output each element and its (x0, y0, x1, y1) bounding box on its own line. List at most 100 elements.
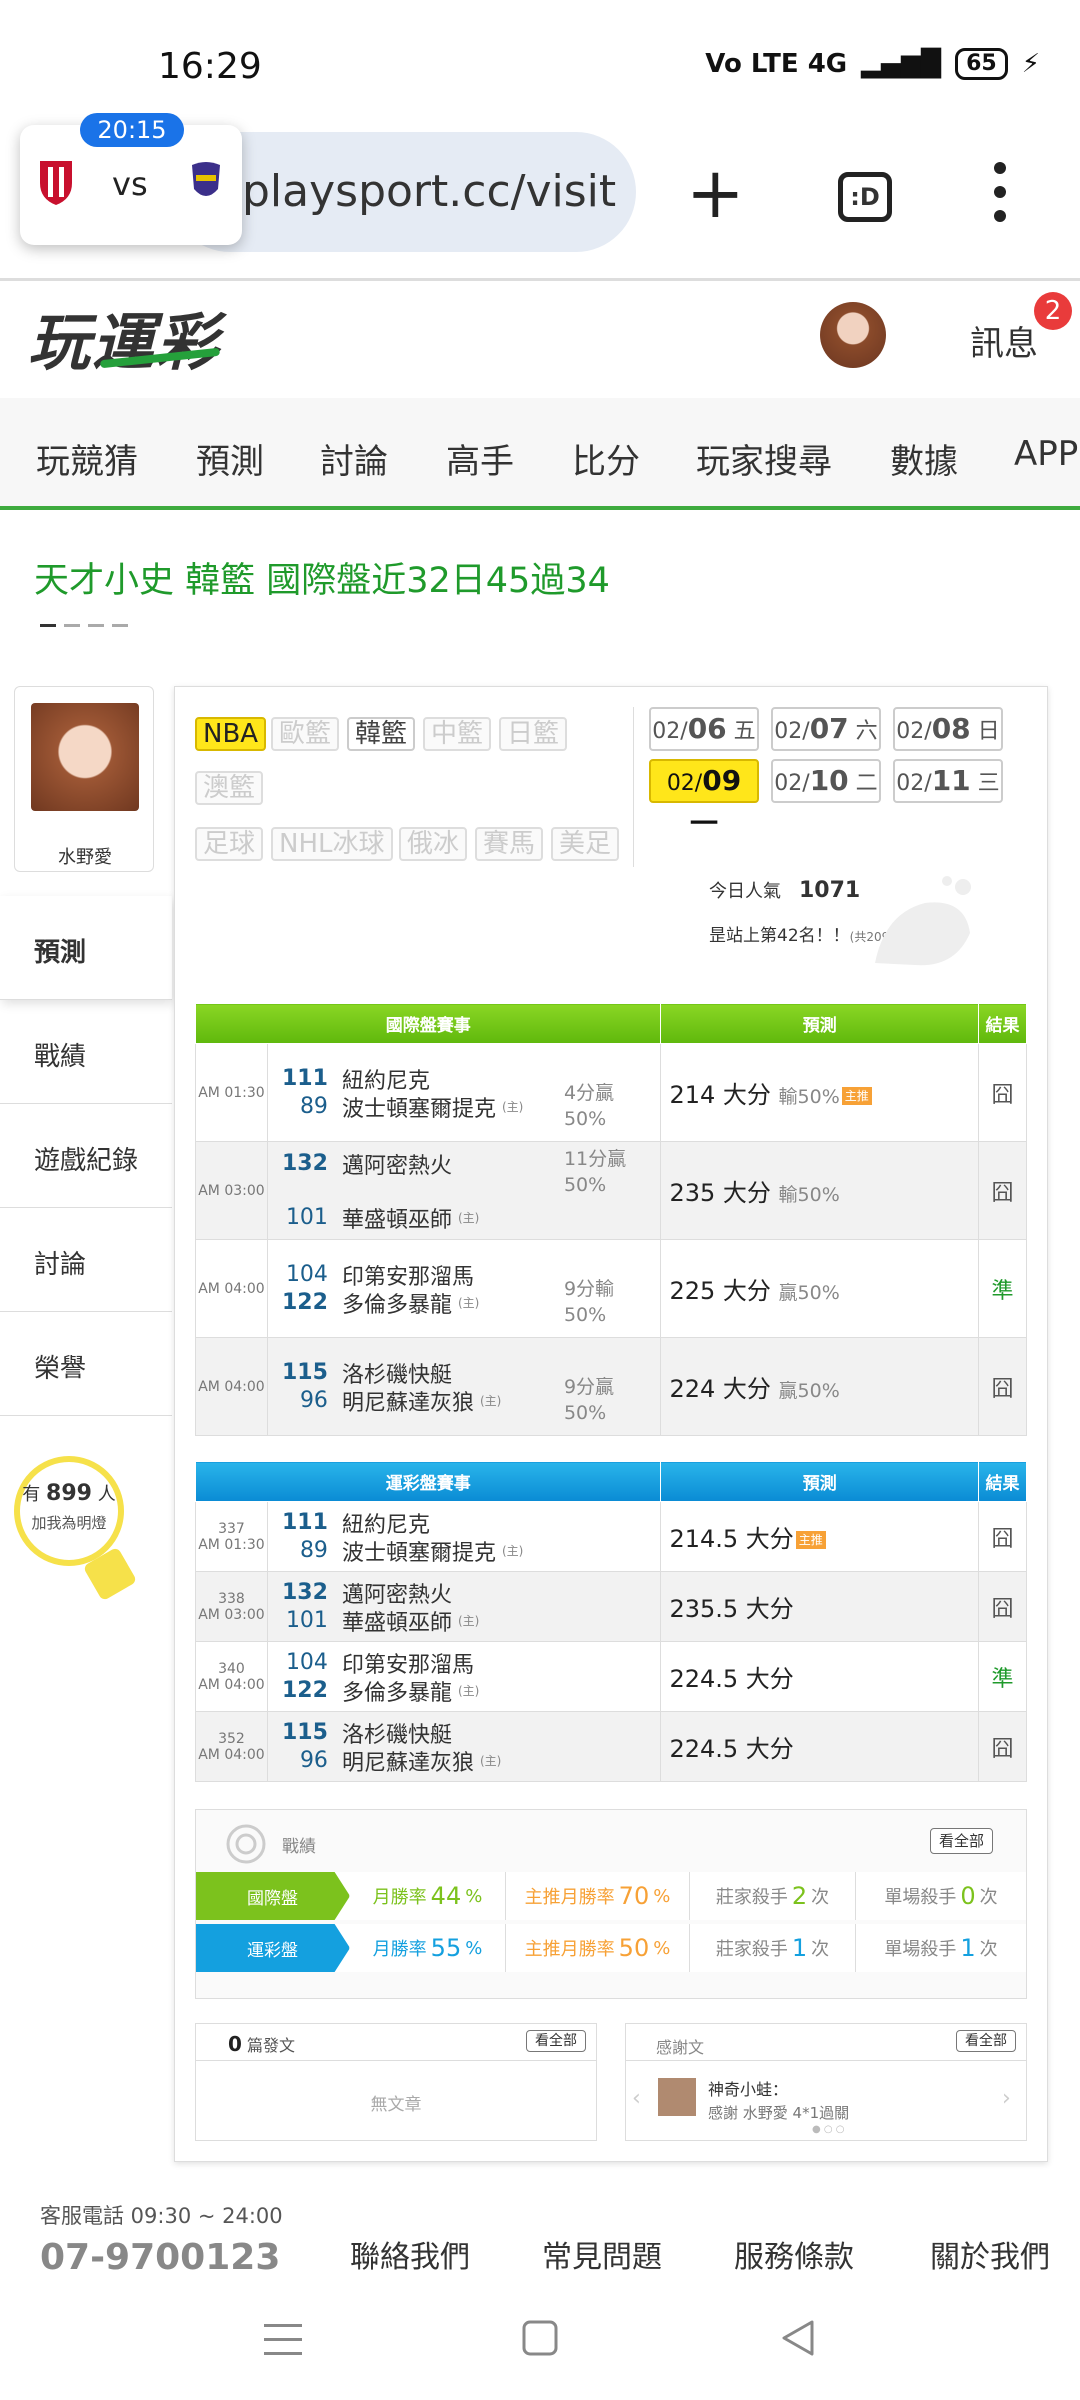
side-item-discuss[interactable]: 討論 (0, 1208, 172, 1312)
thanks-see-all-button[interactable]: 看全部 (956, 2030, 1016, 2052)
league-nhl[interactable]: NHL冰球 (271, 827, 393, 861)
matchup[interactable]: 115 洛杉磯快艇 96 明尼蘇達灰狼 (主) 9分贏 50% (266, 1337, 662, 1436)
league-nba[interactable]: NBA (195, 717, 267, 751)
league-khl[interactable]: 俄冰 (399, 827, 468, 861)
nav-item-scores[interactable]: 比分 (572, 434, 640, 483)
table-row[interactable]: 352 AM 04:00 115 洛杉磯快艇 96 明尼蘇達灰狼 (主) 224.5 大… (195, 1711, 1027, 1782)
new-tab-button[interactable]: + (686, 158, 745, 228)
league-japan[interactable]: 日籃 (499, 717, 568, 751)
nav-item-data[interactable]: 數據 (890, 434, 958, 483)
team-name: 波士頓塞爾提克 (341, 1540, 496, 1566)
league-racing[interactable]: 賽馬 (475, 827, 544, 861)
thanks-title: 感謝文 (656, 2038, 705, 2057)
back-icon[interactable] (778, 2318, 818, 2358)
game-time: AM 04:00 (195, 1239, 268, 1338)
date-day: 08 (931, 712, 971, 745)
date-0209[interactable]: 02/09 一 (649, 759, 759, 840)
side-item-honors[interactable]: 榮譽 (0, 1312, 172, 1416)
table-row[interactable]: AM 01:30 111 紐約尼克 89 波士頓塞爾提克 (主) 4分贏 50% 214… (195, 1043, 1027, 1142)
nav-item-predict[interactable]: 預測 (196, 434, 264, 483)
footer-contact-link[interactable]: 聯絡我們 (350, 2232, 470, 2276)
game-time: AM 01:30 (198, 1536, 265, 1553)
date-week: 日 (977, 719, 1000, 744)
matchup[interactable]: 104 印第安那溜馬 122 多倫多暴龍 (主) (266, 1641, 662, 1712)
prev-arrow-icon[interactable]: ‹ (632, 2086, 641, 2111)
league-australia[interactable]: 澳籃 (195, 771, 264, 805)
posts-see-all-button[interactable]: 看全部 (526, 2030, 586, 2052)
score: 132 (282, 1151, 328, 1176)
matchup[interactable]: 115 洛杉磯快艇 96 明尼蘇達灰狼 (主) (266, 1711, 662, 1782)
date-week: 一 (689, 807, 718, 840)
footer-terms-link[interactable]: 服務條款 (734, 2232, 854, 2276)
date-md: 02/ (666, 771, 703, 796)
date-week: 三 (977, 771, 1000, 796)
next-arrow-icon[interactable]: › (1002, 2086, 1011, 2111)
date-md: 02/ (896, 771, 932, 796)
nav-item-guess[interactable]: 玩競猜 (36, 434, 138, 483)
divider (196, 2060, 596, 2061)
headline-link[interactable]: 天才小史 韓籃 國際盤近32日45過34 (34, 552, 610, 603)
nav-item-experts[interactable]: 高手 (446, 434, 514, 483)
side-item-game-history[interactable]: 遊戲紀錄 (0, 1104, 172, 1208)
league-korea[interactable]: 韓籃 (347, 717, 416, 751)
league-nfl[interactable]: 美足 (551, 827, 620, 861)
record-see-all-button[interactable]: 看全部 (930, 1828, 994, 1854)
table-row[interactable]: 337 AM 01:30 111 紐約尼克 89 波士頓塞爾提克 (主) 214.5 大… (195, 1501, 1027, 1572)
table-row[interactable]: 338 AM 03:00 132 邁阿密熱火 101 華盛頓巫師 (主) 235.5 大… (195, 1571, 1027, 1642)
profile-card[interactable]: 水野愛 (14, 686, 154, 872)
table-row[interactable]: AM 04:00 115 洛杉磯快艇 96 明尼蘇達灰狼 (主) 9分贏 50% 224… (195, 1337, 1027, 1436)
col-header-pick: 預測 (660, 1461, 980, 1502)
date-0208[interactable]: 02/08 日 (893, 707, 1003, 751)
side-item-predict[interactable]: 預測 (0, 896, 172, 1000)
score: 89 (299, 1094, 328, 1119)
matchup[interactable]: 111 紐約尼克 89 波士頓塞爾提克 (主) (266, 1501, 662, 1572)
result: 囧 (978, 1337, 1027, 1436)
table-row[interactable]: AM 04:00 104 印第安那溜馬 122 多倫多暴龍 (主) 9分輸 50% 22… (195, 1239, 1027, 1338)
table-row[interactable]: 340 AM 04:00 104 印第安那溜馬 122 多倫多暴龍 (主) 224.5 … (195, 1641, 1027, 1712)
footer-faq-link[interactable]: 常見問題 (542, 2232, 662, 2276)
league-euro[interactable]: 歐籃 (271, 717, 340, 751)
follow-lightbulb[interactable]: 有 899 人 加我為明燈 (14, 1456, 138, 1602)
nav-item-discuss[interactable]: 討論 (320, 434, 388, 483)
date-day: 06 (687, 712, 727, 745)
more-menu-icon[interactable] (994, 162, 1022, 234)
battery-icon: 65 (955, 48, 1008, 80)
matchup[interactable]: 111 紐約尼克 89 波士頓塞爾提克 (主) 4分贏 50% (266, 1043, 662, 1142)
handicap-line: 4分贏 (563, 1082, 615, 1104)
date-0211[interactable]: 02/11 三 (893, 759, 1003, 803)
col-header-pick: 預測 (660, 1003, 980, 1044)
matchup[interactable]: 104 印第安那溜馬 122 多倫多暴龍 (主) 9分輸 50% (266, 1239, 662, 1338)
carousel-dots[interactable]: ● ○ ○ (812, 2124, 845, 2135)
team-name: 明尼蘇達灰狼 (341, 1750, 474, 1776)
nav-item-player-search[interactable]: 玩家搜尋 (696, 434, 832, 483)
carousel-dots[interactable] (40, 624, 128, 627)
side-menu: 預測 戰績 遊戲紀錄 討論 榮譽 (0, 896, 172, 1416)
home-mark: (主) (479, 1754, 502, 1768)
stat-label: 莊家殺手 (715, 1939, 788, 1960)
tabs-button[interactable]: :D (838, 172, 892, 222)
hotline-phone[interactable]: 07-9700123 (40, 2238, 280, 2270)
league-china[interactable]: 中籃 (423, 717, 492, 751)
league-soccer[interactable]: 足球 (195, 827, 264, 861)
user-avatar[interactable] (820, 302, 886, 368)
messages-link[interactable]: 訊息 (970, 316, 1038, 365)
site-logo[interactable]: 玩運彩 (28, 292, 221, 382)
stat-label: 月勝率 (372, 1939, 427, 1960)
matchup[interactable]: 132 邁阿密熱火 101 華盛頓巫師 (主) (266, 1571, 662, 1642)
live-score-popup[interactable]: 20:15 vs (20, 113, 242, 245)
table-row[interactable]: AM 03:00 132 邁阿密熱火 101 華盛頓巫師 (主) 11分贏 50% 23… (195, 1141, 1027, 1240)
stat-label: 莊家殺手 (715, 1887, 788, 1908)
nav-item-app[interactable]: APP (1014, 434, 1078, 474)
game-time: AM 03:00 (198, 1606, 265, 1623)
date-0206[interactable]: 02/06 五 (649, 707, 759, 751)
matchup[interactable]: 132 邁阿密熱火 101 華盛頓巫師 (主) 11分贏 50% (266, 1141, 662, 1240)
stat-label: 主推月勝率 (524, 1939, 615, 1960)
game-no: 337 (218, 1520, 245, 1537)
menu-icon[interactable] (262, 2320, 304, 2360)
date-0207[interactable]: 02/07 六 (771, 707, 881, 751)
game-no: 352 (218, 1730, 245, 1747)
footer-about-link[interactable]: 關於我們 (930, 2232, 1050, 2276)
date-0210[interactable]: 02/10 二 (771, 759, 881, 803)
side-item-record[interactable]: 戰績 (0, 1000, 172, 1104)
home-icon[interactable] (520, 2318, 560, 2358)
